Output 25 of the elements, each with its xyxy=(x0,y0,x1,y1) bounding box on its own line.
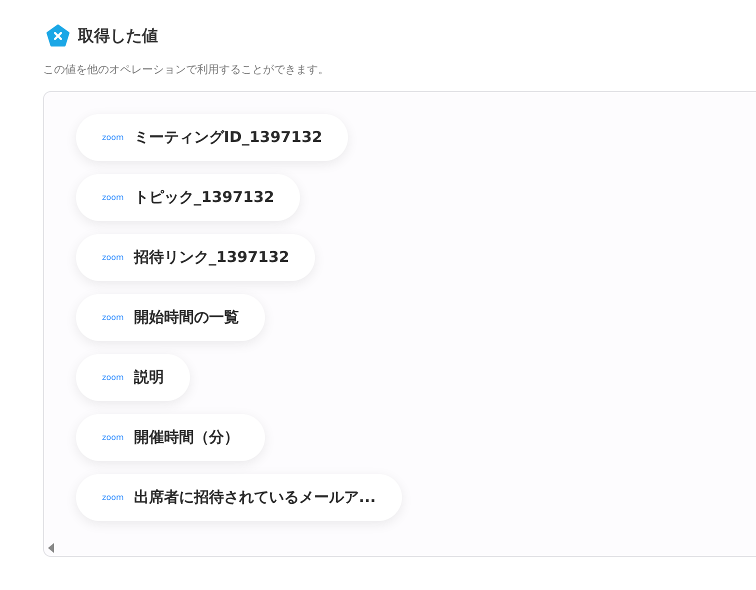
value-label: トピック_1397132 xyxy=(134,188,274,207)
zoom-logo: zoom xyxy=(102,313,124,322)
section-description: この値を他のオペレーションで利用することができます。 xyxy=(43,62,330,77)
value-label: 説明 xyxy=(134,368,164,387)
scroll-left-icon[interactable] xyxy=(48,543,55,553)
value-chip[interactable]: zoom 開催時間（分） xyxy=(76,414,265,461)
section-title: 取得した値 xyxy=(78,26,158,46)
value-chip[interactable]: zoom トピック_1397132 xyxy=(76,174,300,221)
zoom-logo: zoom xyxy=(102,493,124,502)
value-label: 開催時間（分） xyxy=(134,428,239,447)
value-label: 招待リンク_1397132 xyxy=(134,248,290,267)
zoom-logo: zoom xyxy=(102,373,124,382)
zoom-logo: zoom xyxy=(102,433,124,442)
value-label: 開始時間の一覧 xyxy=(134,308,239,327)
value-label: ミーティングID_1397132 xyxy=(134,128,322,147)
value-chip[interactable]: zoom 招待リンク_1397132 xyxy=(76,234,316,281)
zoom-logo: zoom xyxy=(102,133,124,142)
pentagon-x-icon xyxy=(46,24,70,48)
value-chip[interactable]: zoom 開始時間の一覧 xyxy=(76,294,265,341)
value-label: 出席者に招待されているメールア... xyxy=(134,488,376,507)
value-chip[interactable]: zoom ミーティングID_1397132 xyxy=(76,114,348,161)
value-chip[interactable]: zoom 説明 xyxy=(76,354,190,401)
value-chip[interactable]: zoom 出席者に招待されているメールア... xyxy=(76,474,402,521)
zoom-logo: zoom xyxy=(102,193,124,202)
zoom-logo: zoom xyxy=(102,253,124,262)
